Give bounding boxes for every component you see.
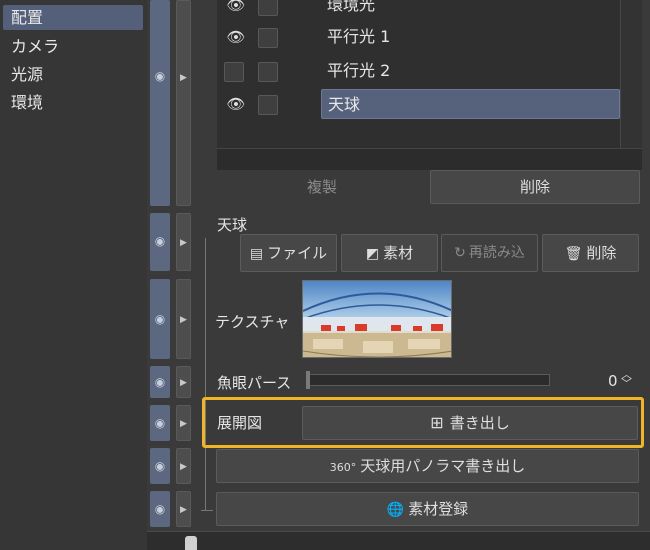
duplicate-button[interactable]: 複製 [217, 170, 427, 204]
fisheye-label: 魚眼パース [217, 374, 292, 392]
globe-add-icon: 🌐 [386, 502, 405, 518]
eye-icon: ◉ [154, 375, 166, 389]
eye-icon: ◉ [154, 234, 166, 248]
eye-icon[interactable]: 👁 [225, 29, 247, 45]
triangle-right-icon: ▶ [180, 378, 187, 388]
eye-icon: ◉ [154, 502, 166, 516]
tree-line [205, 238, 206, 510]
list-item[interactable]: 👁 環境光 [217, 0, 620, 20]
eye-icon: ◉ [154, 312, 166, 326]
list-item-selected[interactable]: 👁 天球 [217, 89, 620, 119]
texture-thumbnail[interactable] [302, 280, 452, 358]
material-button-label: 素材 [383, 244, 414, 262]
unfold-expand-toggle[interactable]: ▶ [176, 405, 191, 441]
layer-name: 環境光 [327, 0, 376, 14]
triangle-right-icon: ▶ [180, 419, 187, 429]
triangle-right-icon: ▶ [180, 73, 187, 83]
panorama-export-button[interactable]: 360° 天球用パノラマ書き出し [216, 449, 639, 483]
panorama-expand-toggle[interactable]: ▶ [176, 448, 191, 484]
register-material-label: 素材登録 [408, 500, 469, 518]
lock-checkbox[interactable] [258, 95, 278, 115]
fisheye-slider-handle[interactable] [306, 371, 310, 389]
category-item-light[interactable]: 光源 [3, 62, 143, 87]
group-expand-toggle[interactable]: ▶ [176, 0, 191, 206]
fisheye-value[interactable]: 0 [608, 372, 618, 390]
file-button[interactable]: ▤ ファイル [240, 234, 337, 272]
category-item-environment[interactable]: 環境 [3, 90, 143, 115]
sky-expand-toggle[interactable]: ▶ [176, 213, 191, 271]
lock-checkbox[interactable] [258, 62, 278, 82]
triangle-right-icon: ▶ [180, 238, 187, 248]
texture-label: テクスチャ [215, 313, 290, 331]
panorama-export-label: 天球用パノラマ書き出し [360, 457, 526, 475]
fisheye-expand-toggle[interactable]: ▶ [176, 366, 191, 398]
eye-icon: ◉ [154, 416, 166, 430]
category-item-camera[interactable]: カメラ [3, 34, 143, 59]
reload-button[interactable]: ↻ 再読み込 [441, 234, 538, 272]
delete-layer-button[interactable]: 削除 [430, 170, 640, 204]
person-icon[interactable] [185, 536, 197, 550]
delete-texture-button[interactable]: 🗑 削除 [542, 234, 639, 272]
list-item[interactable]: 平行光 2 [217, 56, 620, 86]
material-icon: ◩ [365, 246, 380, 262]
export-unfold-label: 書き出し [449, 414, 510, 432]
fisheye-slider[interactable] [306, 374, 550, 386]
texture-expand-toggle[interactable]: ▶ [176, 279, 191, 359]
list-item[interactable]: 👁 平行光 1 [217, 22, 620, 52]
layer-name: 天球 [321, 89, 620, 119]
material-button[interactable]: ◩ 素材 [341, 234, 438, 272]
lock-checkbox[interactable] [258, 0, 278, 16]
file-button-label: ファイル [267, 244, 328, 262]
reload-button-label: 再読み込 [468, 245, 525, 261]
section-title: 天球 [217, 216, 248, 234]
reload-icon: ↻ [454, 245, 466, 261]
layer-name: 平行光 1 [327, 27, 391, 46]
trash-icon: 🗑 [564, 246, 583, 262]
delete-texture-label: 削除 [586, 244, 617, 262]
panorama-visibility-toggle[interactable]: ◉ [150, 448, 170, 484]
lock-checkbox[interactable] [258, 28, 278, 48]
triangle-right-icon: ▶ [180, 462, 187, 472]
export-unfold-button[interactable]: ⊞ 書き出し [302, 406, 638, 440]
triangle-right-icon: ▶ [180, 505, 187, 515]
panorama-360-icon: 360° [329, 461, 357, 474]
category-item-placement[interactable]: 配置 [3, 5, 143, 30]
triangle-right-icon: ▶ [180, 315, 187, 325]
tree-line-end [201, 510, 213, 511]
layer-list: 👁 環境光 👁 平行光 1 平行光 2 👁 天球 [217, 0, 620, 148]
register-visibility-toggle[interactable]: ◉ [150, 491, 170, 527]
unfold-label: 展開図 [217, 414, 263, 432]
visibility-checkbox[interactable] [224, 62, 244, 82]
unfold-grid-icon: ⊞ [430, 413, 444, 432]
fisheye-visibility-toggle[interactable]: ◉ [150, 366, 170, 398]
eye-icon: ◉ [154, 69, 166, 83]
register-material-button[interactable]: 🌐 素材登録 [216, 492, 639, 526]
sky-visibility-toggle[interactable]: ◉ [150, 213, 170, 271]
group-visibility-toggle[interactable]: ◉ [150, 0, 170, 206]
category-panel: 配置 カメラ 光源 環境 [0, 0, 147, 550]
list-footer [217, 148, 642, 170]
eye-icon[interactable]: 👁 [225, 96, 247, 112]
eye-icon: ◉ [154, 459, 166, 473]
stepper-icon[interactable]: ︿ ﹀ [621, 369, 632, 389]
eye-icon[interactable]: 👁 [225, 0, 247, 13]
panorama-image [303, 281, 451, 357]
layer-name: 平行光 2 [327, 61, 391, 80]
file-icon: ▤ [249, 246, 264, 262]
bottom-toolbar [147, 531, 650, 550]
unfold-visibility-toggle[interactable]: ◉ [150, 405, 170, 441]
texture-visibility-toggle[interactable]: ◉ [150, 279, 170, 359]
register-expand-toggle[interactable]: ▶ [176, 491, 191, 527]
list-scrollbar[interactable] [620, 0, 642, 148]
